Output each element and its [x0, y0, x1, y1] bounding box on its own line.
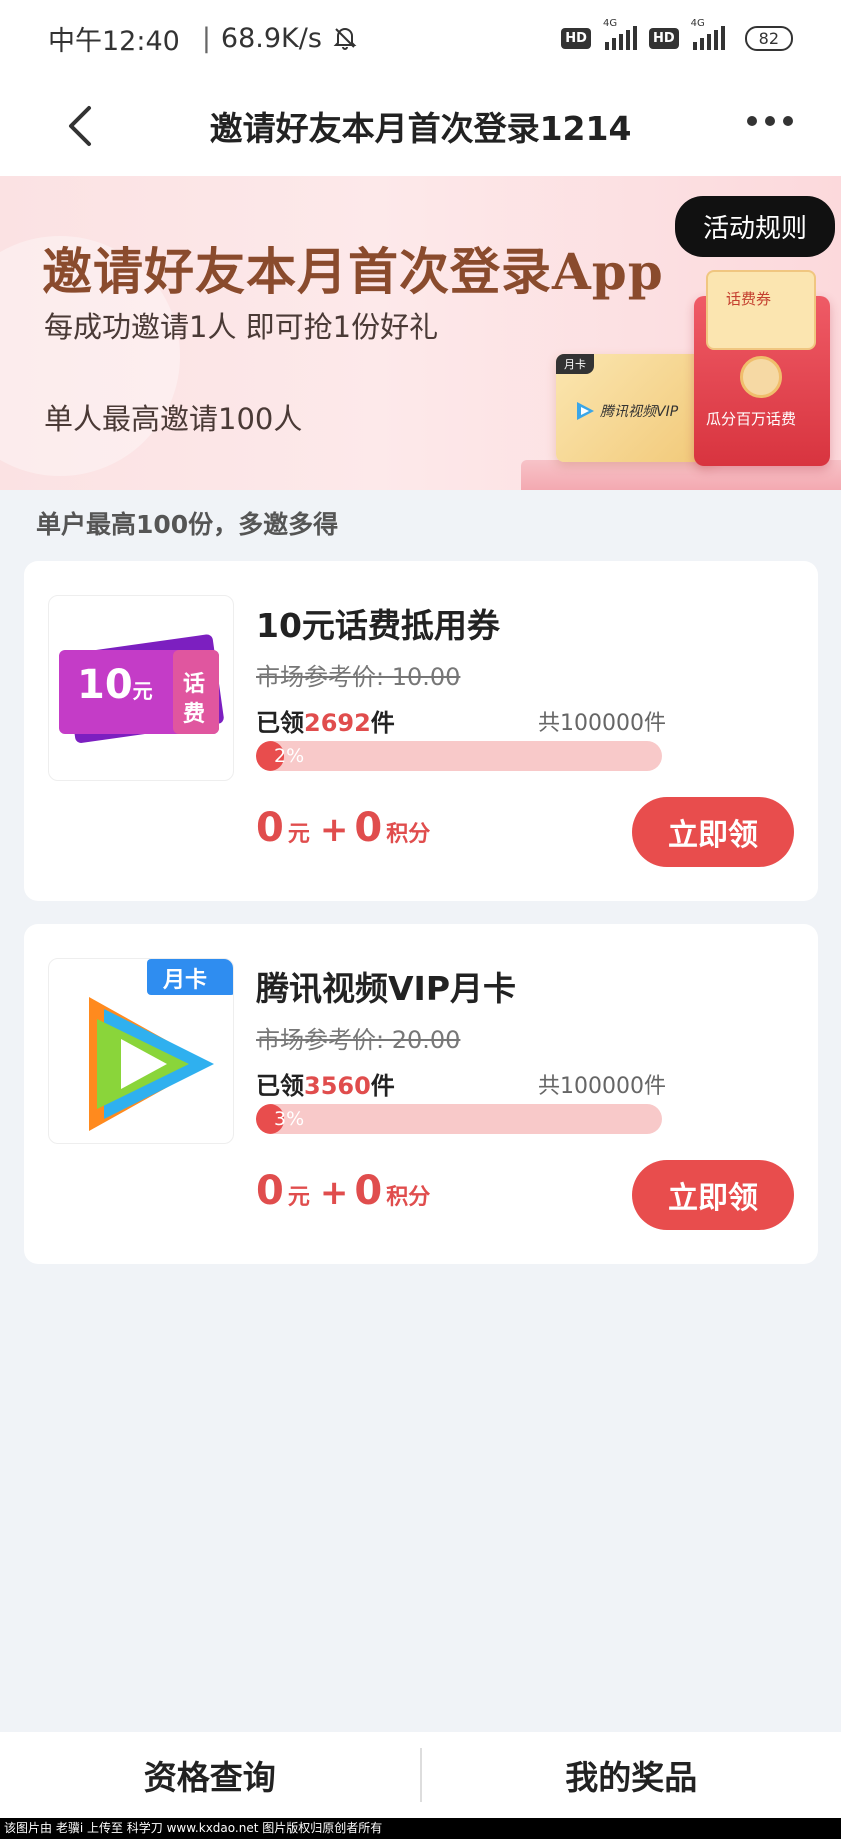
- claim-button[interactable]: 立即领: [632, 797, 794, 867]
- vip-card-logo-text: 腾讯视频VIP: [600, 404, 679, 420]
- claimed-number: 2692: [304, 709, 371, 737]
- reward-name: 10元话费抵用券: [256, 606, 500, 645]
- more-options-icon[interactable]: [747, 116, 793, 126]
- status-bar: 中午12:40 | 68.9K/s HD 4G HD 4G 82: [0, 0, 841, 76]
- claim-progress-text: 2%: [274, 745, 305, 767]
- envelope-caption: 瓜分百万话费: [706, 410, 797, 428]
- claim-progress-bar: 2%: [256, 741, 662, 771]
- cost-money: 0: [256, 805, 284, 851]
- total-stock: 共100000件: [538, 711, 666, 736]
- status-time: 中午12:40: [48, 25, 180, 57]
- banner-headline: 邀请好友本月首次登录App: [42, 242, 664, 301]
- vip-card-illustration: 月卡 腾讯视频VIP: [556, 354, 716, 462]
- reward-card: 10元 话 费 10元话费抵用券 市场参考价: 10.00 已领2692件 共1…: [24, 561, 818, 901]
- bottom-tab-bar: 资格查询 我的奖品: [0, 1732, 841, 1818]
- cost-points: 0: [354, 1168, 383, 1214]
- cost-plus: +: [319, 1173, 349, 1213]
- ticket-label: 话费券: [726, 290, 772, 308]
- hd-badge: HD: [561, 27, 591, 49]
- reward-thumbnail: 10元 话 费: [48, 595, 234, 781]
- reward-cost: 0 元 +0 积分: [256, 1168, 434, 1214]
- coupon-label-top: 话: [183, 672, 206, 697]
- status-separator: |: [201, 22, 211, 54]
- claimed-prefix: 已领: [256, 709, 304, 737]
- section-subheader: 单户最高100份，多邀多得: [36, 510, 339, 539]
- cost-points-unit: 积分: [386, 822, 431, 847]
- title-bar: 邀请好友本月首次登录1214: [0, 76, 841, 176]
- cost-money-unit: 元: [287, 822, 310, 847]
- coupon-number: 10: [77, 662, 133, 708]
- market-price: 市场参考价: 10.00: [256, 663, 461, 691]
- vip-card-tag: 月卡: [556, 354, 594, 374]
- claimed-count: 已领3560件: [256, 1066, 395, 1101]
- back-button[interactable]: [60, 98, 100, 154]
- network-type: 4G: [690, 18, 705, 29]
- banner-subtitle: 每成功邀请1人 即可抢1份好礼: [44, 310, 439, 344]
- cost-points-unit: 积分: [386, 1185, 431, 1210]
- vip-card-logo: 腾讯视频VIP: [574, 400, 678, 422]
- signal-icon: 4G: [691, 18, 725, 50]
- network-speed: 68.9K/s: [220, 22, 322, 54]
- tab-my-prizes[interactable]: 我的奖品: [422, 1751, 841, 1799]
- reward-card: 月卡 腾讯视频VIP月卡 市场参考价: 20.00 已领3560件 共10000…: [24, 924, 818, 1264]
- reward-name: 腾讯视频VIP月卡: [256, 969, 517, 1008]
- claimed-prefix: 已领: [256, 1072, 304, 1100]
- coupon-label-bottom: 费: [183, 702, 206, 727]
- phone-bill-ticket: 话费券: [706, 270, 816, 350]
- banner-subtitle-limit: 单人最高邀请100人: [44, 402, 303, 436]
- chevron-left-icon: [69, 106, 91, 146]
- tab-eligibility-check[interactable]: 资格查询: [0, 1751, 420, 1799]
- watermark: 该图片由 老骥i 上传至 科学刀 www.kxdao.net 图片版权归原创者所…: [0, 1818, 841, 1839]
- coupon-value: 10元: [77, 662, 153, 708]
- total-stock: 共100000件: [538, 1074, 666, 1099]
- activity-rules-button[interactable]: 活动规则: [674, 196, 835, 257]
- monthly-card-tag: 月卡: [163, 968, 208, 993]
- claimed-count: 已领2692件: [256, 703, 395, 738]
- network-type: 4G: [602, 18, 618, 29]
- claimed-suffix: 件: [370, 1072, 395, 1100]
- hd-badge: HD: [648, 27, 679, 49]
- mute-bell-icon: [332, 25, 358, 51]
- promo-banner: 邀请好友本月首次登录App 每成功邀请1人 即可抢1份好礼 单人最高邀请100人…: [0, 176, 841, 490]
- signal-icon: 4G: [603, 18, 637, 50]
- reward-thumbnail: 月卡: [48, 958, 234, 1144]
- claimed-number: 3560: [304, 1072, 371, 1100]
- cost-money: 0: [256, 1168, 284, 1214]
- claimed-suffix: 件: [370, 709, 395, 737]
- coupon-unit: 元: [132, 679, 153, 703]
- status-icons: HD 4G HD 4G 82: [561, 18, 793, 51]
- cost-plus: +: [319, 810, 349, 850]
- claim-progress-bar: 3%: [256, 1104, 662, 1134]
- reward-cost: 0 元 +0 积分: [256, 805, 434, 851]
- market-price: 市场参考价: 20.00: [256, 1026, 461, 1054]
- cost-money-unit: 元: [287, 1185, 310, 1210]
- page-title: 邀请好友本月首次登录1214: [209, 109, 632, 148]
- claim-progress-text: 3%: [274, 1108, 305, 1130]
- battery-indicator: 82: [744, 25, 793, 51]
- play-logo-icon: [577, 402, 594, 420]
- cost-points: 0: [354, 805, 383, 851]
- claim-button[interactable]: 立即领: [632, 1160, 794, 1230]
- coin-icon: [740, 356, 782, 398]
- red-envelope-illustration: 话费券 瓜分百万话费: [694, 270, 830, 466]
